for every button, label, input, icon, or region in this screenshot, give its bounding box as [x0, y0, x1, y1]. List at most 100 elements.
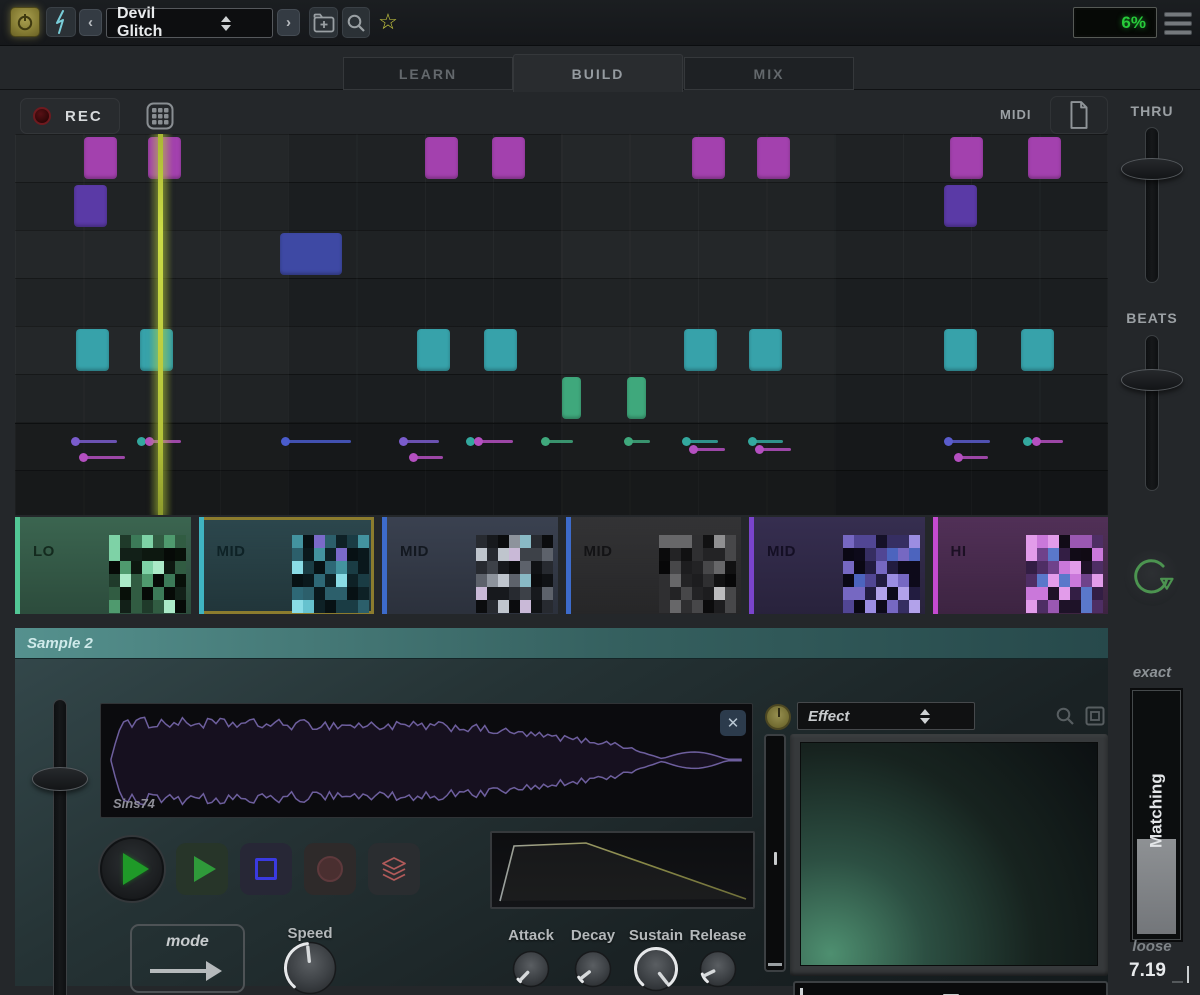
mod-marker[interactable]: [682, 437, 691, 446]
sustain-knob[interactable]: [633, 946, 679, 995]
mod-marker[interactable]: [399, 437, 408, 446]
effect-window-button[interactable]: [1083, 704, 1107, 728]
hamburger-icon: [1164, 12, 1192, 17]
xy-pad[interactable]: [790, 734, 1108, 976]
speed-label: Speed: [270, 925, 350, 942]
mod-marker[interactable]: [79, 453, 88, 462]
next-preset-button[interactable]: ›: [277, 9, 300, 36]
pattern-grid-button[interactable]: [145, 101, 175, 131]
mod-marker[interactable]: [689, 445, 698, 454]
preset-select[interactable]: Devil Glitch: [106, 8, 273, 38]
mod-marker[interactable]: [71, 437, 80, 446]
slot-stripe: [199, 517, 204, 614]
stop-button[interactable]: [240, 843, 292, 895]
mod-marker[interactable]: [954, 453, 963, 462]
note[interactable]: [692, 137, 725, 179]
mod-marker[interactable]: [1023, 437, 1032, 446]
matching-slider[interactable]: Matching: [1132, 690, 1181, 940]
preview-play-button[interactable]: [176, 843, 228, 895]
effect-select[interactable]: Effect: [797, 702, 975, 730]
sample-slot-mid-3[interactable]: MID: [566, 517, 742, 614]
envelope-display[interactable]: [490, 831, 755, 909]
note[interactable]: [76, 329, 109, 371]
mod-marker-line: [403, 440, 439, 443]
slot-label: MID: [584, 543, 613, 560]
loop-button[interactable]: [1124, 550, 1180, 606]
effect-search-button[interactable]: [1053, 703, 1077, 729]
tab-mix[interactable]: MIX: [684, 57, 854, 90]
beats-slider[interactable]: [1145, 335, 1159, 491]
note[interactable]: [1028, 137, 1061, 179]
mod-marker[interactable]: [281, 437, 290, 446]
mod-marker[interactable]: [541, 437, 550, 446]
mod-marker[interactable]: [1032, 437, 1041, 446]
tab-learn[interactable]: LEARN: [343, 57, 513, 90]
midi-export-button[interactable]: [1050, 96, 1108, 134]
save-preset-button[interactable]: [309, 7, 338, 38]
effect-depth-handle[interactable]: [774, 852, 777, 865]
sample-slot-mid-1[interactable]: MID: [199, 517, 375, 614]
modulation-lane[interactable]: [15, 423, 1108, 515]
sample-name: Sins74: [113, 796, 155, 811]
search-preset-button[interactable]: [342, 7, 370, 38]
prev-preset-button[interactable]: ‹: [79, 9, 102, 36]
power-icon: [16, 13, 34, 31]
sample-volume-handle[interactable]: [32, 767, 88, 791]
favorite-button[interactable]: ☆: [374, 6, 402, 38]
record-sample-button[interactable]: [304, 843, 356, 895]
speed-knob[interactable]: [283, 941, 337, 995]
attack-knob[interactable]: [512, 950, 550, 993]
tab-build[interactable]: BUILD: [513, 54, 683, 92]
note[interactable]: [1021, 329, 1054, 371]
sample-slot-lo-0[interactable]: LO: [15, 517, 191, 614]
note[interactable]: [757, 137, 790, 179]
mod-marker[interactable]: [944, 437, 953, 446]
sample-slot-mid-2[interactable]: MID: [382, 517, 558, 614]
note[interactable]: [950, 137, 983, 179]
release-knob[interactable]: [699, 950, 737, 993]
thru-slider[interactable]: [1145, 127, 1159, 283]
slot-label: MID: [400, 543, 429, 560]
mode-label: mode: [132, 933, 243, 951]
note[interactable]: [417, 329, 450, 371]
slot-thumbnail: [476, 535, 553, 613]
rec-button[interactable]: REC: [20, 98, 120, 134]
sample-slot-mid-4[interactable]: MID: [749, 517, 925, 614]
decay-knob[interactable]: [574, 950, 612, 993]
menu-button[interactable]: [1164, 9, 1192, 37]
thru-slider-handle[interactable]: [1121, 158, 1183, 180]
mode-selector[interactable]: mode: [130, 924, 245, 993]
note[interactable]: [749, 329, 782, 371]
sample-slot-hi-5[interactable]: HI: [933, 517, 1109, 614]
remove-sample-button[interactable]: ✕: [720, 710, 746, 736]
sample-volume-slider[interactable]: [53, 699, 67, 995]
mod-marker[interactable]: [748, 437, 757, 446]
xy-x-slider[interactable]: [793, 981, 1108, 995]
main-play-button[interactable]: [100, 837, 164, 901]
note[interactable]: [484, 329, 517, 371]
note[interactable]: [425, 137, 458, 179]
note[interactable]: [627, 377, 646, 419]
note[interactable]: [944, 329, 977, 371]
effect-depth-slider[interactable]: [764, 734, 786, 972]
note[interactable]: [492, 137, 525, 179]
step-grid[interactable]: [15, 134, 1108, 515]
mod-marker[interactable]: [409, 453, 418, 462]
note[interactable]: [562, 377, 581, 419]
effect-amount-knob[interactable]: [765, 704, 791, 730]
bypass-button[interactable]: [46, 7, 76, 37]
note[interactable]: [84, 137, 117, 179]
note[interactable]: [74, 185, 107, 227]
beats-slider-handle[interactable]: [1121, 369, 1183, 391]
note[interactable]: [684, 329, 717, 371]
mod-marker[interactable]: [755, 445, 764, 454]
waveform-display[interactable]: Sins74 ✕: [100, 703, 753, 818]
mod-marker[interactable]: [474, 437, 483, 446]
note[interactable]: [280, 233, 342, 275]
mod-marker[interactable]: [624, 437, 633, 446]
note[interactable]: [944, 185, 977, 227]
power-button[interactable]: [10, 7, 40, 37]
xy-pad-surface[interactable]: [800, 742, 1098, 966]
sample-header[interactable]: Sample 2: [15, 628, 1108, 659]
layers-button[interactable]: [368, 843, 420, 895]
